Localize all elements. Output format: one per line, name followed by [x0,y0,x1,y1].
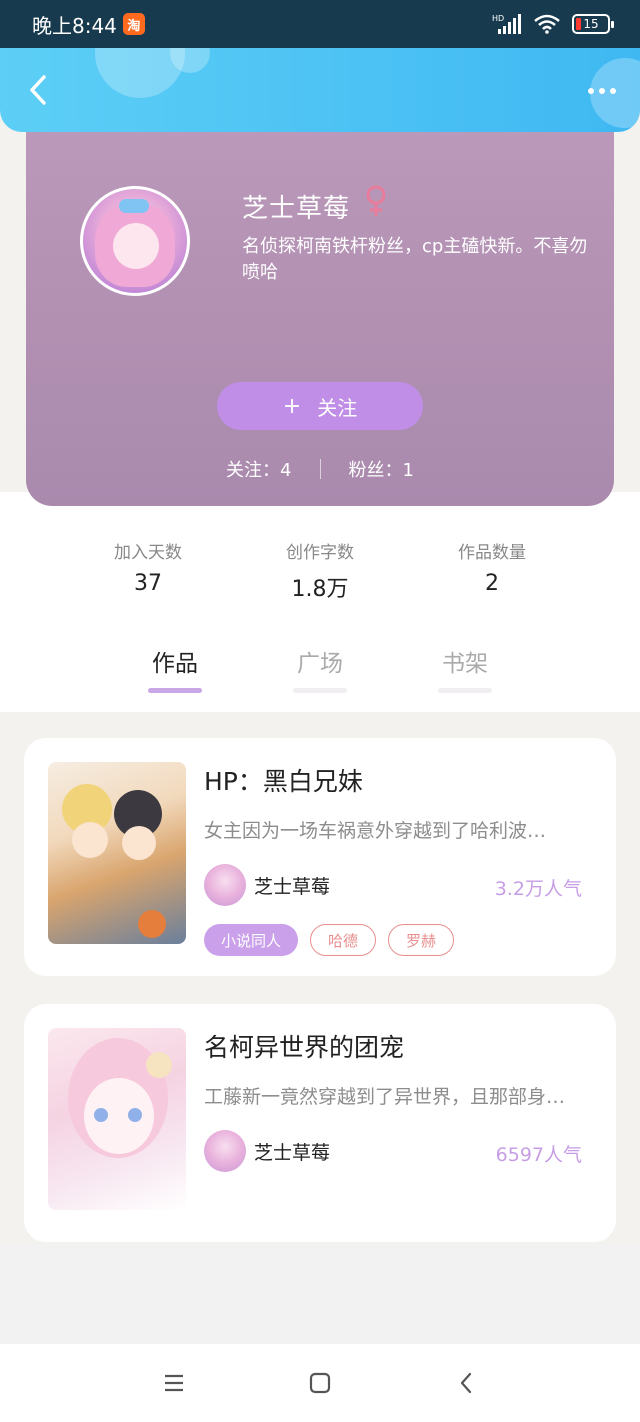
tab-label: 作品 [152,651,198,677]
tag-list: 小说同人 哈德 罗赫 [204,924,455,956]
status-bar: 晚上8:44 淘 HD 15 [0,0,640,48]
network-type-label: HD [492,14,504,23]
menu-icon [165,1374,183,1392]
follow-button[interactable]: + 关注 [217,382,423,430]
tab-label: 广场 [297,651,343,677]
more-dot-icon [588,88,594,94]
content-tabs: 作品 广场 书架 [130,644,510,704]
chevron-left-icon [460,1372,472,1394]
back-button[interactable] [18,70,58,110]
stat-value: 1.8万 [291,577,349,602]
author-name: 芝士草莓 [254,1141,331,1164]
work-card[interactable]: 名柯异世界的团宠 工藤新一竟然穿越到了异世界，且那部身… 芝士草莓 6597人气 [24,1004,616,1242]
profile-card: 芝士草莓 名侦探柯南铁杆粉丝，cp主磕快新。不喜勿喷哈 + 关注 关注：4 粉丝… [26,110,614,506]
author-row[interactable]: 芝士草莓 [204,864,330,906]
stat-value: 2 [485,571,499,596]
stat-word-count: 创作字数 1.8万 [260,538,380,628]
author-avatar [204,864,246,906]
stat-join-days: 加入天数 37 [88,538,208,628]
follow-button-label: 关注 [317,395,358,420]
work-description: 工藤新一竟然穿越到了异世界，且那部身… [204,1086,566,1108]
tab-indicator [293,688,347,693]
work-card[interactable]: HP：黑白兄妹 女主因为一场车祸意外穿越到了哈利波… 芝士草莓 3.2万人气 小… [24,738,616,976]
stat-label: 加入天数 [114,543,182,563]
status-left: 晚上8:44 淘 [32,10,145,39]
tab-works[interactable]: 作品 [130,644,220,704]
stat-label: 作品数量 [458,543,526,563]
more-options-button[interactable] [580,74,624,108]
tag-pairing[interactable]: 罗赫 [388,924,455,956]
system-back-button[interactable] [448,1365,484,1401]
stats-panel: 加入天数 37 创作字数 1.8万 作品数量 2 [52,492,588,628]
tab-indicator [148,688,202,693]
signal-icon: HD [492,14,521,34]
page-bottom-area [0,1244,640,1344]
taobao-app-icon: 淘 [122,13,145,35]
popularity-count: 3.2万人气 [494,878,582,900]
tab-bookshelf[interactable]: 书架 [420,644,510,704]
menu-button[interactable] [156,1365,192,1401]
popularity-count: 6597人气 [495,1144,582,1166]
stat-value: 37 [134,571,162,596]
tab-indicator [438,688,492,693]
followers-count[interactable]: 粉丝：1 [349,456,414,482]
profile-avatar[interactable] [80,186,190,296]
following-count[interactable]: 关注：4 [226,456,291,482]
author-name: 芝士草莓 [254,875,331,898]
battery-level: 15 [583,17,599,31]
tag-pairing[interactable]: 哈德 [310,924,377,956]
female-icon [366,185,386,216]
author-avatar [204,1130,246,1172]
profile-bio: 名侦探柯南铁杆粉丝，cp主磕快新。不喜勿喷哈 [242,236,588,283]
author-row[interactable]: 芝士草莓 [204,1130,330,1172]
work-cover-image[interactable] [48,762,186,944]
status-right: HD 15 [492,13,614,35]
top-nav-bar [0,48,640,132]
more-dot-icon [610,88,616,94]
system-navigation-bar [0,1344,640,1422]
tag-category[interactable]: 小说同人 [204,924,299,956]
work-description: 女主因为一场车祸意外穿越到了哈利波… [204,820,547,842]
work-title: 名柯异世界的团宠 [204,1033,405,1062]
home-button[interactable] [302,1365,338,1401]
more-dot-icon [599,88,605,94]
status-time: 晚上8:44 [32,13,117,38]
work-title: HP：黑白兄妹 [204,767,363,796]
profile-name: 芝士草莓 [242,194,351,224]
follow-stats: 关注：4 粉丝：1 [26,456,614,482]
chevron-left-icon [30,75,46,105]
battery-icon: 15 [572,14,614,34]
tab-plaza[interactable]: 广场 [275,644,365,704]
wifi-icon [534,14,560,34]
divider [319,459,321,479]
plus-icon: + [282,393,302,419]
work-cover-image[interactable] [48,1028,186,1210]
stat-work-count: 作品数量 2 [432,538,552,628]
stat-label: 创作字数 [286,543,354,563]
tab-label: 书架 [442,651,488,677]
home-square-icon [309,1372,331,1394]
